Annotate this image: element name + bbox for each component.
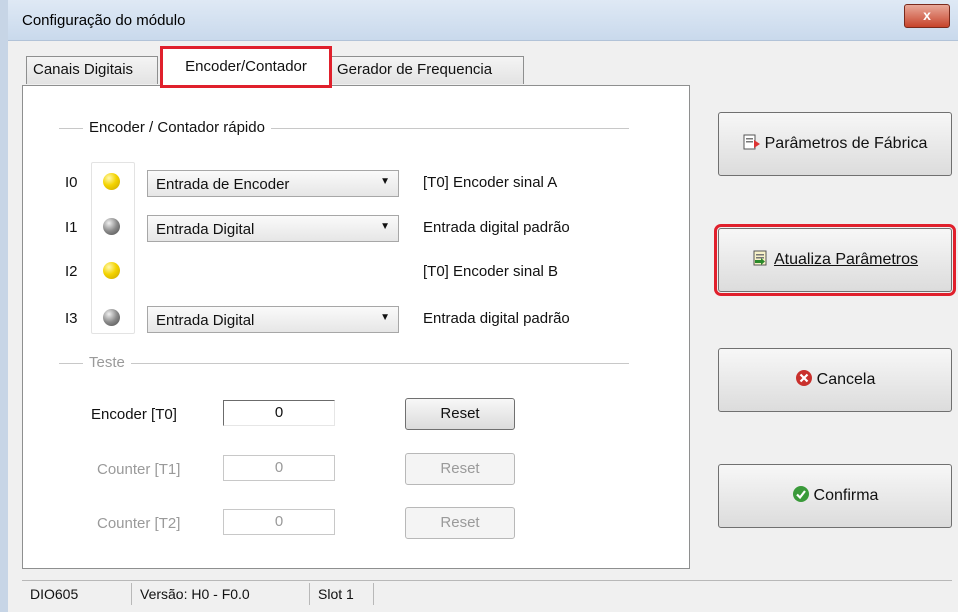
reset-button-t1: Reset bbox=[405, 453, 515, 485]
window-title: Configuração do módulo bbox=[22, 12, 186, 29]
confirm-button[interactable]: Confirma bbox=[718, 464, 952, 528]
led-indicator-on bbox=[103, 262, 120, 279]
tab-encoder-contador[interactable]: Encoder/Contador bbox=[160, 46, 332, 88]
counter-value-t1: 0 bbox=[223, 455, 335, 481]
reset-button-t0[interactable]: Reset bbox=[405, 398, 515, 430]
chevron-down-icon: ▼ bbox=[380, 221, 390, 232]
tab-gerador-de-frequencia[interactable]: Gerador de Frequencia bbox=[330, 56, 524, 84]
input-label-i3: I3 bbox=[65, 310, 78, 327]
update-parameters-button[interactable]: Atualiza Parâmetros bbox=[714, 224, 956, 296]
status-model: DIO605 bbox=[22, 583, 132, 605]
input-description-i2: [T0] Encoder sinal B bbox=[423, 263, 559, 280]
confirm-check-icon bbox=[792, 486, 809, 502]
test-group-label: Teste bbox=[83, 354, 131, 371]
input-description-i1: Entrada digital padrão bbox=[423, 219, 570, 236]
counter-label-t0: Encoder [T0] bbox=[91, 406, 177, 423]
counter-label-t1: Counter [T1] bbox=[97, 461, 181, 478]
factory-parameters-button[interactable]: Parâmetros de Fábrica bbox=[718, 112, 952, 176]
select-value: Entrada Digital bbox=[156, 312, 255, 329]
status-bar: DIO605 Versão: H0 - F0.0 Slot 1 bbox=[22, 580, 952, 607]
select-value: Entrada de Encoder bbox=[156, 176, 290, 193]
mode-select-i3[interactable]: Entrada Digital ▼ bbox=[147, 306, 399, 333]
cancel-icon bbox=[795, 370, 812, 386]
led-indicator-off bbox=[103, 309, 120, 326]
tab-panel: Encoder / Contador rápido I0 Entrada de … bbox=[22, 85, 690, 569]
chevron-down-icon: ▼ bbox=[380, 176, 390, 187]
encoder-group-label: Encoder / Contador rápido bbox=[83, 119, 271, 136]
input-label-i2: I2 bbox=[65, 263, 78, 280]
confirm-button-label: Confirma bbox=[813, 487, 879, 504]
counter-value-t2: 0 bbox=[223, 509, 335, 535]
led-indicator-off bbox=[103, 218, 120, 235]
input-description-i0: [T0] Encoder sinal A bbox=[423, 174, 558, 191]
mode-select-i1[interactable]: Entrada Digital ▼ bbox=[147, 215, 399, 242]
led-indicator-on bbox=[103, 173, 120, 190]
reset-button-t2: Reset bbox=[405, 507, 515, 539]
status-slot: Slot 1 bbox=[310, 583, 374, 605]
factory-reset-icon bbox=[743, 134, 760, 150]
config-window: Configuração do módulo x Canais Digitais… bbox=[0, 0, 958, 612]
counter-value-t0: 0 bbox=[223, 400, 335, 426]
counter-label-t2: Counter [T2] bbox=[97, 515, 181, 532]
update-document-icon bbox=[753, 250, 767, 266]
select-value: Entrada Digital bbox=[156, 221, 255, 238]
input-label-i0: I0 bbox=[65, 174, 78, 191]
update-button-label: Atualiza Parâmetros bbox=[773, 251, 919, 268]
close-button[interactable]: x bbox=[904, 4, 950, 28]
input-description-i3: Entrada digital padrão bbox=[423, 310, 570, 327]
cancel-button[interactable]: Cancela bbox=[718, 348, 952, 412]
group-divider bbox=[59, 363, 629, 364]
title-bar: Configuração do módulo x bbox=[8, 0, 958, 41]
mode-select-i0[interactable]: Entrada de Encoder ▼ bbox=[147, 170, 399, 197]
chevron-down-icon: ▼ bbox=[380, 312, 390, 323]
input-label-i1: I1 bbox=[65, 219, 78, 236]
status-version: Versão: H0 - F0.0 bbox=[132, 583, 310, 605]
cancel-button-label: Cancela bbox=[816, 371, 876, 388]
tab-canais-digitais[interactable]: Canais Digitais bbox=[26, 56, 158, 84]
factory-button-label: Parâmetros de Fábrica bbox=[764, 135, 928, 152]
